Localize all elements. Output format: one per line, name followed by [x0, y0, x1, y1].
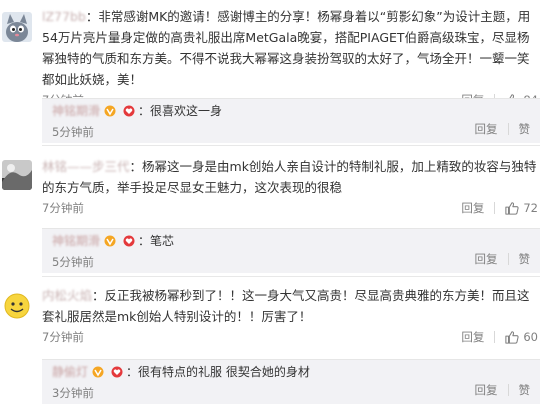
reply-content: ：很有特点的礼服 很契合她的身材 — [126, 365, 310, 379]
reply-text-line: 神铭期滑 ：很喜欢这一身 — [52, 99, 530, 123]
avatar-photo-icon — [2, 160, 32, 190]
reply-reply-button[interactable]: 回复 — [475, 121, 498, 137]
reply-text-line: 静偷灯 ：很有特点的礼服 很契合她的身材 — [52, 360, 530, 384]
reply-box: 神铭期滑 ：很喜欢这一身 5分钟前 回复 赞 — [42, 98, 540, 143]
reply-button[interactable]: 回复 — [461, 329, 484, 345]
reply-username[interactable]: 神铭期滑 — [52, 229, 100, 253]
comment-actions: 回复 72 — [461, 200, 538, 216]
comment-body: lZ77bb：非常感谢MK的邀请！感谢博主的分享！杨幂身着以“剪影幻象”为设计主… — [42, 6, 538, 110]
reply-text-line: 神铭期滑 ：笔芯 — [52, 229, 530, 253]
comment-actions: 回复 60 — [461, 329, 538, 345]
like-count: 72 — [523, 201, 538, 215]
comment-username[interactable]: lZ77bb — [42, 9, 86, 24]
reply-content: ：笔芯 — [138, 234, 175, 248]
reply-box: 神铭期滑 ：笔芯 5分钟前 回复 赞 — [42, 228, 540, 273]
avatar[interactable] — [2, 160, 32, 190]
comment-item: 林铭——步三代：杨幂这一身是由mk创始人亲自设计的特制礼服，加上精致的妆容与独特… — [0, 146, 550, 277]
comment-text: 林铭——步三代：杨幂这一身是由mk创始人亲自设计的特制礼服，加上精致的妆容与独特… — [42, 156, 538, 198]
comment-text: 内松火焰：反正我被杨幂秒到了！！这一身大气又高贵！尽显高贵典雅的东方美！而且这套… — [42, 285, 538, 327]
like-button[interactable]: 60 — [505, 330, 538, 344]
vip-badge-icon — [104, 105, 116, 117]
heart-badge-icon — [123, 235, 135, 247]
comment-username[interactable]: 内松火焰 — [42, 288, 92, 303]
heart-badge-icon — [111, 366, 123, 378]
like-count: 60 — [523, 330, 538, 344]
vip-badge-icon — [92, 366, 104, 378]
reply-like-button[interactable]: 赞 — [519, 382, 531, 398]
reply-actions: 回复 赞 — [475, 121, 531, 137]
reply-like-button[interactable]: 赞 — [519, 121, 531, 137]
reply-time: 5分钟前 — [52, 255, 94, 269]
heart-badge-icon — [123, 105, 135, 117]
comment-text: lZ77bb：非常感谢MK的邀请！感谢博主的分享！杨幂身着以“剪影幻象”为设计主… — [42, 6, 538, 90]
thumbs-up-icon — [505, 331, 519, 344]
avatar[interactable] — [2, 291, 32, 321]
vip-badge-icon — [104, 235, 116, 247]
reply-actions: 回复 赞 — [475, 382, 531, 398]
action-divider — [494, 202, 496, 214]
comment-body: 林铭——步三代：杨幂这一身是由mk创始人亲自设计的特制礼服，加上精致的妆容与独特… — [42, 156, 538, 218]
comment-time: 7分钟前 — [42, 201, 84, 215]
avatar-cat-icon — [2, 12, 32, 42]
reply-username[interactable]: 神铭期滑 — [52, 99, 100, 123]
comment-item: lZ77bb：非常感谢MK的邀请！感谢博主的分享！杨幂身着以“剪影幻象”为设计主… — [0, 0, 550, 146]
avatar[interactable] — [2, 12, 32, 42]
reply-like-button[interactable]: 赞 — [519, 251, 531, 267]
comment-content: ：非常感谢MK的邀请！感谢博主的分享！杨幂身着以“剪影幻象”为设计主题，用54万… — [42, 9, 531, 87]
action-divider — [507, 384, 509, 396]
reply-reply-button[interactable]: 回复 — [475, 251, 498, 267]
like-button[interactable]: 72 — [505, 201, 538, 215]
comment-meta: 7分钟前 回复 60 — [42, 329, 538, 347]
action-divider — [507, 123, 509, 135]
action-divider — [494, 331, 496, 343]
comment-time: 7分钟前 — [42, 330, 84, 344]
comment-feed: lZ77bb：非常感谢MK的邀请！感谢博主的分享！杨幂身着以“剪影幻象”为设计主… — [0, 0, 550, 410]
comment-item: 内松火焰：反正我被杨幂秒到了！！这一身大气又高贵！尽显高贵典雅的东方美！而且这套… — [0, 277, 550, 410]
comment-meta: 7分钟前 回复 72 — [42, 200, 538, 218]
reply-time: 5分钟前 — [52, 125, 94, 139]
thumbs-up-icon — [505, 202, 519, 215]
comment-username[interactable]: 林铭——步三代 — [42, 159, 130, 174]
action-divider — [507, 253, 509, 265]
reply-box: 静偷灯 ：很有特点的礼服 很契合她的身材 3分钟前 回复 赞 — [42, 359, 540, 404]
comment-content: ：反正我被杨幂秒到了！！这一身大气又高贵！尽显高贵典雅的东方美！而且这套礼服居然… — [42, 288, 530, 324]
reply-actions: 回复 赞 — [475, 251, 531, 267]
reply-button[interactable]: 回复 — [461, 200, 484, 216]
avatar-smiley-icon — [2, 291, 32, 321]
reply-reply-button[interactable]: 回复 — [475, 382, 498, 398]
reply-username[interactable]: 静偷灯 — [52, 360, 88, 384]
comment-body: 内松火焰：反正我被杨幂秒到了！！这一身大气又高贵！尽显高贵典雅的东方美！而且这套… — [42, 285, 538, 347]
reply-content: ：很喜欢这一身 — [138, 104, 223, 118]
reply-time: 3分钟前 — [52, 386, 94, 400]
